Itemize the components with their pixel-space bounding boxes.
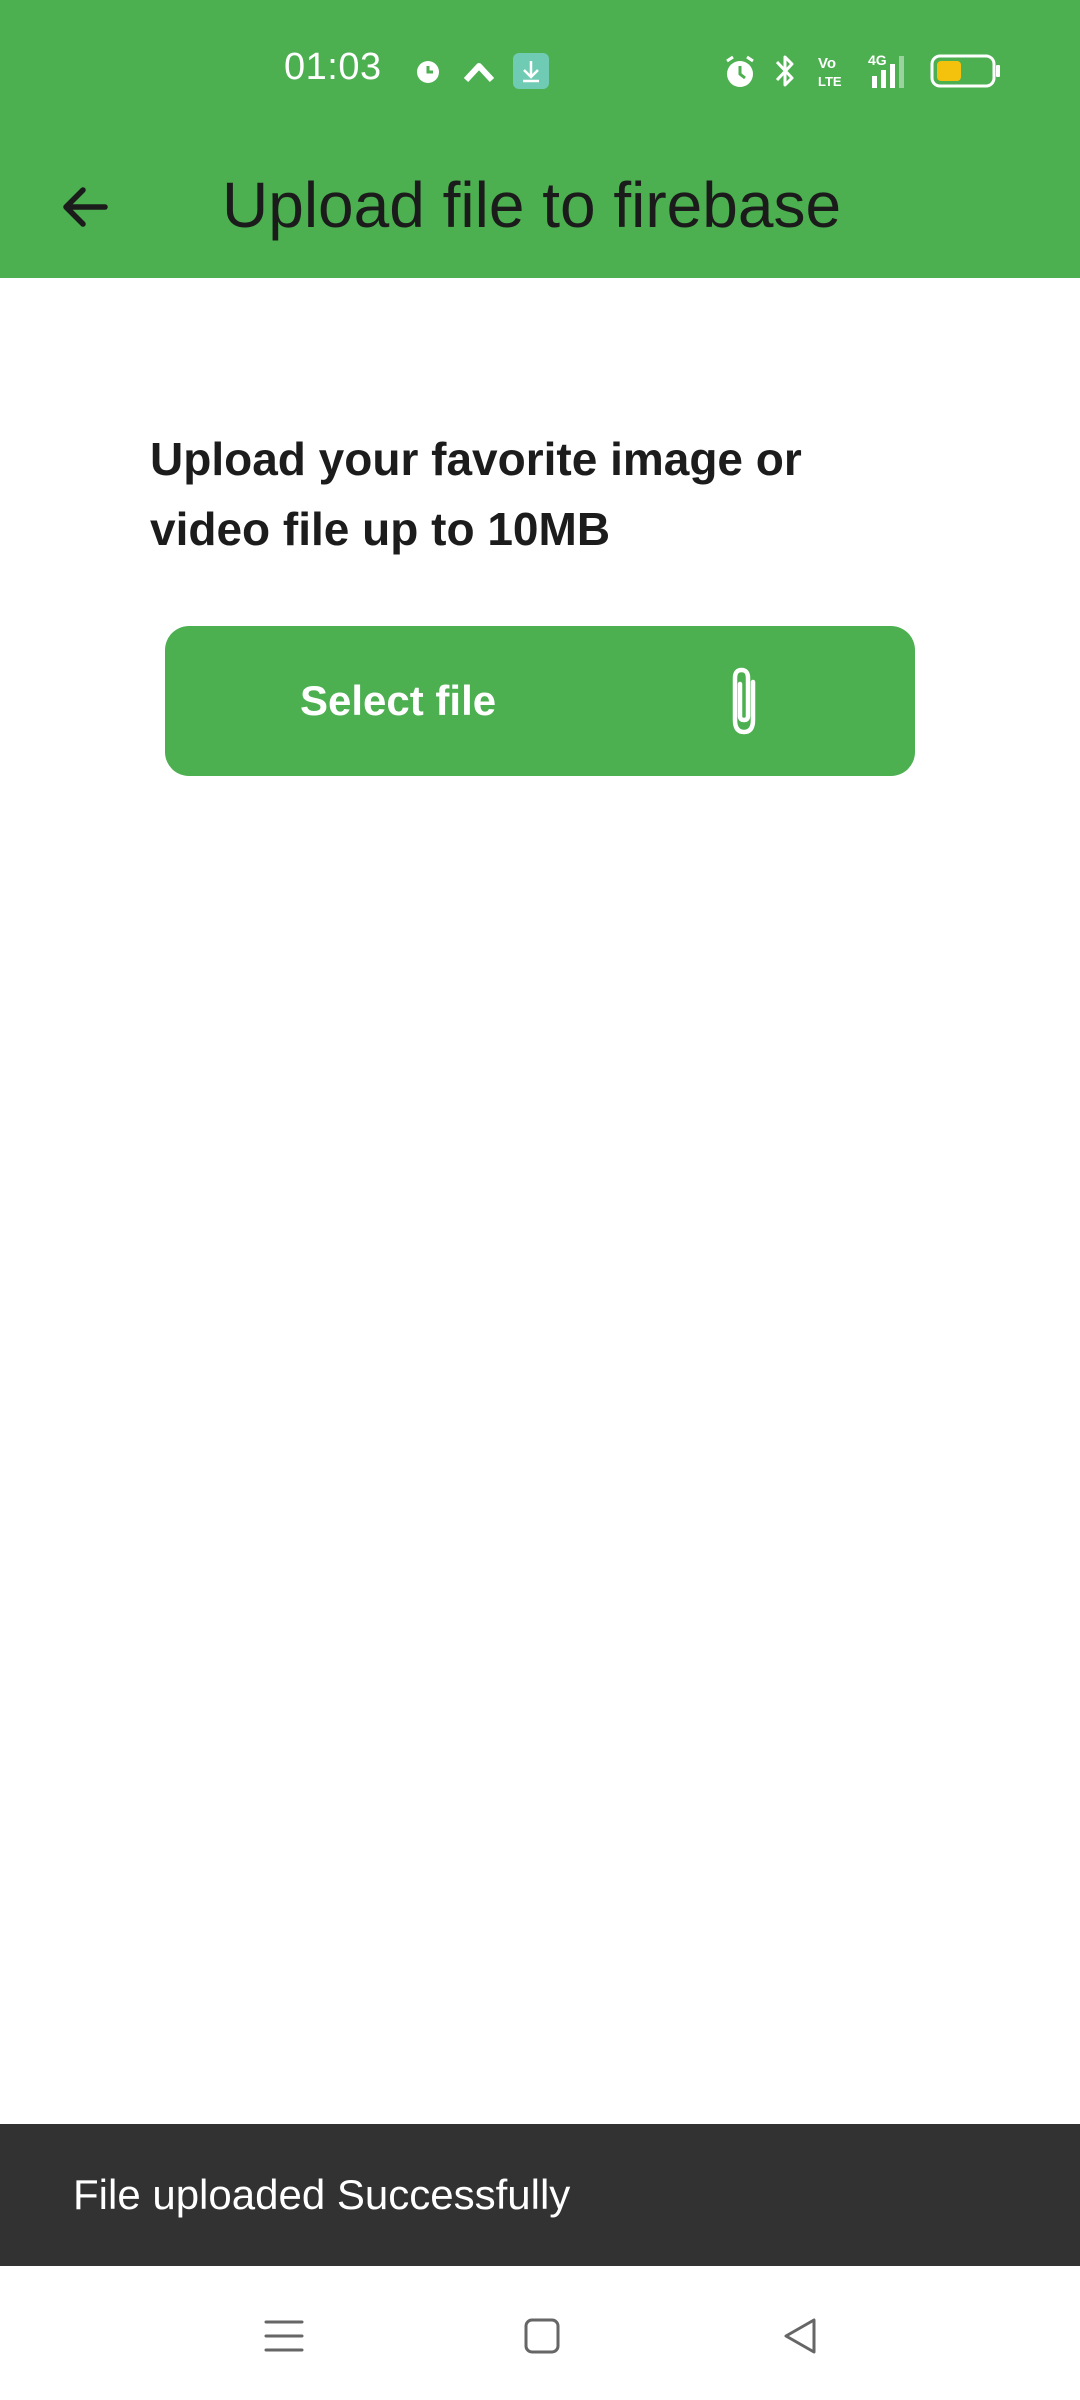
top-bar: 01:03 Vo LTE 4G Upload file to firebase — [0, 0, 1080, 278]
svg-text:LTE: LTE — [818, 74, 842, 89]
svg-text:4G: 4G — [868, 52, 887, 68]
screen: 01:03 Vo LTE 4G Upload file to firebase … — [0, 0, 1080, 2400]
back-button[interactable] — [40, 162, 130, 252]
snackbar-message: File uploaded Successfully — [73, 2171, 571, 2218]
back-triangle-icon — [784, 2318, 816, 2354]
chevron-up-icon — [463, 63, 495, 83]
signal-4g-icon: 4G — [868, 52, 904, 88]
select-file-button[interactable]: Select file — [165, 626, 915, 776]
alarm-icon — [726, 55, 754, 87]
snackbar: File uploaded Successfully — [0, 2124, 1080, 2266]
upload-instruction: Upload your favorite image or video file… — [150, 433, 802, 555]
status-bar: 01:03 Vo LTE 4G — [0, 0, 1080, 140]
download-icon — [513, 53, 549, 89]
page-title: Upload file to firebase — [222, 169, 842, 241]
menu-icon — [264, 2320, 304, 2352]
bluetooth-icon — [775, 55, 794, 87]
recents-button[interactable] — [244, 2296, 324, 2376]
nav-back-button[interactable] — [760, 2296, 840, 2376]
app-bar: Upload file to firebase — [0, 140, 1080, 278]
battery-icon — [930, 54, 1000, 88]
home-icon — [524, 2318, 560, 2354]
svg-text:Vo: Vo — [818, 55, 836, 72]
system-nav-bar — [0, 2266, 1080, 2400]
paperclip-icon — [732, 667, 756, 735]
volte-icon: Vo LTE — [818, 55, 842, 89]
select-file-label: Select file — [300, 677, 497, 724]
status-time: 01:03 — [284, 46, 382, 88]
arrow-left-icon — [63, 187, 108, 227]
data-saver-icon — [417, 61, 439, 83]
home-button[interactable] — [502, 2296, 582, 2376]
